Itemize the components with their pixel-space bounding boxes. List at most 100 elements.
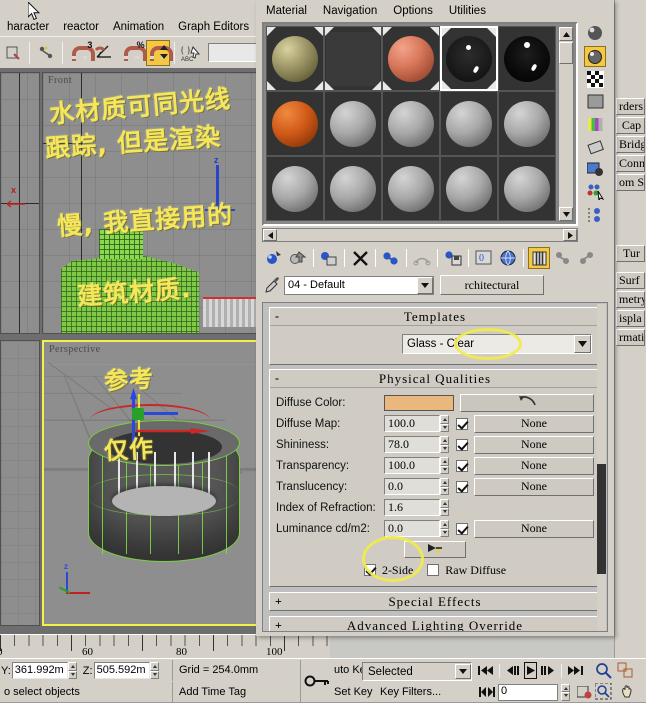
material-effects-channel-icon[interactable]: 0 [473,247,495,269]
play-icon[interactable] [524,662,537,679]
slots-vertical-scrollbar[interactable] [558,26,574,222]
timeline-ruler[interactable]: 0 60 80 100 [0,634,330,658]
video-color-check-icon[interactable] [584,114,606,136]
background-checker-icon[interactable] [584,68,606,90]
make-material-copy-icon[interactable] [380,247,402,269]
make-unique-icon[interactable] [411,247,433,269]
sample-slot[interactable] [498,26,556,91]
sample-slot-selected[interactable] [440,26,498,91]
time-configuration-icon[interactable] [576,684,593,701]
go-to-start-icon[interactable] [478,662,493,679]
parameters-scrollbar-thumb[interactable] [597,464,606,574]
eyedropper-icon[interactable] [262,277,284,293]
translucency-spinner[interactable] [440,478,449,495]
sample-slot[interactable] [266,156,324,221]
make-preview-icon[interactable] [584,136,606,158]
scroll-right-icon[interactable] [563,229,577,241]
index-of-refraction-spinner[interactable] [440,499,449,516]
go-to-end-icon[interactable] [568,662,583,679]
translucency-value[interactable]: 0.0 [384,478,440,495]
index-of-refraction-value[interactable]: 1.6 [384,499,440,516]
move-gizmo[interactable]: z [120,374,210,458]
get-material-icon[interactable] [263,247,285,269]
material-id-channel-icon[interactable] [584,204,606,226]
previous-frame-icon[interactable] [506,662,521,679]
chevron-down-icon[interactable] [455,664,471,679]
chevron-down-icon[interactable] [417,277,433,294]
coord-y-field[interactable]: 361.992m [12,662,68,679]
me-menu-material[interactable]: Material [258,5,315,17]
zoom-all-icon[interactable] [617,662,634,682]
pan-icon[interactable] [620,683,637,703]
cmd-btn-bridge[interactable]: Bridge [616,136,645,153]
luminance-value[interactable]: 0.0 [384,520,440,537]
diffuse-map-checkbox[interactable] [456,418,468,430]
raw-diffuse-checkbox[interactable] [427,564,439,576]
zoom-icon[interactable] [595,662,612,682]
coord-z-field[interactable]: 505.592m [94,662,150,679]
sample-slot[interactable] [382,156,440,221]
rollout-physical-qualities-header[interactable]: - Physical Qualities [270,370,600,388]
menu-graph-editors[interactable]: Graph Editors [171,21,256,33]
chevron-down-icon[interactable] [574,335,591,353]
me-menu-options[interactable]: Options [385,5,441,17]
diffuse-map-value[interactable]: 100.0 [384,415,440,432]
angle-snap-icon[interactable] [93,40,117,66]
sample-slot[interactable] [498,156,556,221]
sample-slot[interactable] [266,26,324,91]
sample-slot[interactable] [498,91,556,156]
cmd-btn-cap[interactable]: Cap [616,117,645,134]
sample-slot[interactable] [382,91,440,156]
scroll-down-icon[interactable] [559,207,573,221]
scroll-up-icon[interactable] [559,27,573,41]
viewport-left-strip-2[interactable] [0,340,40,626]
sample-uv-tiling-icon[interactable] [584,91,606,113]
diffuse-color-swatch[interactable] [384,395,454,411]
slots-horizontal-scrollbar[interactable] [262,228,578,242]
rollout-toggle-icon[interactable]: + [275,594,282,609]
key-filters-button[interactable]: Key Filters... [380,682,480,702]
me-menu-navigation[interactable]: Navigation [315,5,385,17]
viewport-perspective[interactable]: Perspective [42,340,258,626]
key-mode-toggle-icon[interactable] [478,684,495,701]
viewport-front[interactable]: Front z 水材质可同光线 跟踪, 但是渲染 慢, 我直接用的 建筑材质. [42,72,258,334]
select-by-material-icon[interactable] [584,182,606,204]
template-dropdown[interactable]: Glass - Clear [402,334,592,354]
set-key-button[interactable]: Set Key [334,682,378,702]
sample-slot[interactable] [324,156,382,221]
next-frame-icon[interactable] [540,662,555,679]
coord-y-spinner[interactable] [68,662,77,679]
rollout-toggle-icon[interactable]: + [275,618,282,632]
viewport-left-strip[interactable]: x [0,72,40,334]
cmd-rollout-geometry[interactable]: metry [616,291,645,308]
luminance-map-button[interactable]: None [474,520,594,538]
zoom-region-icon[interactable] [595,683,612,703]
cmd-rollout-surface-properties[interactable]: Surf [616,272,645,289]
show-end-result-icon[interactable] [528,247,550,269]
named-selection-sets-icon[interactable]: { } ABC [179,40,203,66]
shininess-map-button[interactable]: None [474,436,594,454]
luminance-spinner[interactable] [440,520,449,537]
transparency-checkbox[interactable] [456,460,468,472]
put-to-library-icon[interactable] [442,247,464,269]
parameters-scrollbar[interactable] [597,304,606,632]
cmd-btn-from-selection[interactable]: om Se [616,174,645,191]
backlight-icon[interactable] [584,46,606,68]
sample-type-sphere-icon[interactable] [584,23,606,45]
current-frame-field[interactable]: 0 [498,684,558,701]
options-icon[interactable] [584,159,606,181]
diffuse-map-spinner[interactable] [440,415,449,432]
luminance-checkbox[interactable] [456,523,468,535]
rollout-special-effects[interactable]: + Special Effects [269,592,601,611]
material-name-field[interactable]: 04 - Default [284,276,434,295]
cmd-btn-borders[interactable]: rders [616,98,645,115]
sample-slot[interactable] [440,91,498,156]
shininess-spinner[interactable] [440,436,449,453]
sample-slot[interactable] [440,156,498,221]
key-icon[interactable] [300,660,332,702]
go-forward-to-sibling-icon[interactable] [576,247,598,269]
named-selection-field[interactable] [208,43,262,62]
luminance-preset-button[interactable] [404,541,466,558]
add-time-tag-button[interactable]: Add Time Tag [172,682,294,702]
cmd-btn-connect[interactable]: Connec [616,155,645,172]
